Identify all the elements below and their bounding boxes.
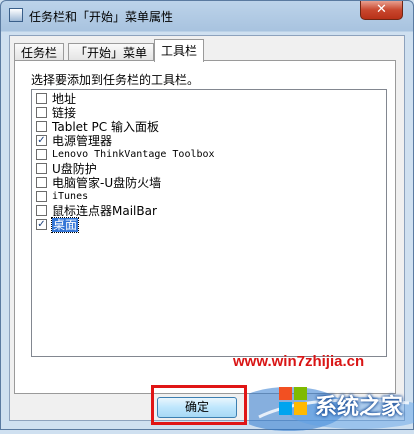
list-item-label: 鼠标连点器MailBar: [52, 204, 157, 218]
checkbox[interactable]: [36, 93, 47, 104]
tab-start-menu[interactable]: 「开始」菜单: [68, 43, 155, 61]
checkbox[interactable]: [36, 163, 47, 174]
checkbox-checked[interactable]: ✓: [36, 219, 47, 230]
tab-toolbars[interactable]: 工具栏: [154, 39, 205, 62]
checkbox[interactable]: [36, 149, 47, 160]
toolbars-panel: 选择要添加到任务栏的工具栏。 地址 链接 Tablet PC 输入面板 ✓ 电源…: [14, 60, 396, 394]
watermark-logo-text: 系统之家: [315, 394, 404, 419]
highlight-annotation: [151, 385, 247, 425]
checkbox[interactable]: [36, 191, 47, 202]
list-item-label: iTunes: [52, 191, 89, 202]
dialog-window: 任务栏和「开始」菜单属性 ✕ 任务栏 「开始」菜单 工具栏 选择要添加到任务栏的…: [0, 0, 414, 431]
list-item-label: 桌面: [50, 217, 80, 233]
checkbox[interactable]: [36, 107, 47, 118]
watermark-url: www.win7zhijia.cn: [233, 353, 365, 370]
watermark-logo: 系统之家: [233, 373, 414, 431]
tab-taskbar[interactable]: 任务栏: [14, 43, 65, 61]
checkbox[interactable]: [36, 121, 47, 132]
checkbox-checked[interactable]: ✓: [36, 135, 47, 146]
list-item-label: U盘防护: [52, 162, 97, 176]
toolbars-prompt: 选择要添加到任务栏的工具栏。: [31, 73, 200, 87]
app-icon: [9, 8, 23, 22]
list-item-label: 电脑管家-U盘防火墙: [52, 176, 162, 190]
list-item-label: 链接: [52, 106, 77, 120]
toolbars-list[interactable]: 地址 链接 Tablet PC 输入面板 ✓ 电源管理器 Lenovo Thin…: [31, 89, 387, 357]
checkbox[interactable]: [36, 205, 47, 216]
list-item-label: Lenovo ThinkVantage Toolbox: [52, 149, 215, 160]
list-item-label: 电源管理器: [52, 134, 113, 148]
close-button[interactable]: ✕: [360, 1, 403, 20]
list-item-label: Tablet PC 输入面板: [52, 120, 159, 134]
window-title: 任务栏和「开始」菜单属性: [29, 10, 174, 24]
title-bar[interactable]: 任务栏和「开始」菜单属性 ✕: [1, 1, 413, 31]
list-item-label: 地址: [52, 92, 77, 106]
checkbox[interactable]: [36, 177, 47, 188]
